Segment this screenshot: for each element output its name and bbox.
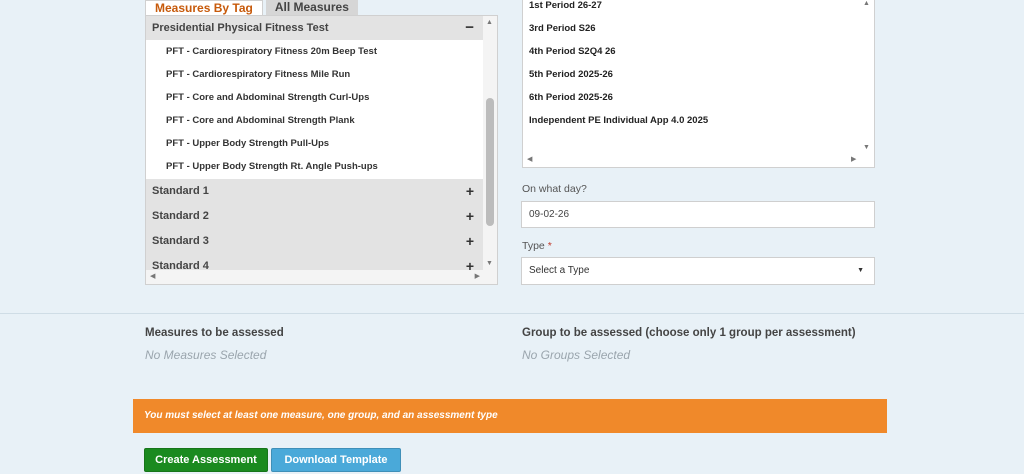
measure-item[interactable]: PFT - Upper Body Strength Pull-Ups — [166, 138, 329, 149]
standard-1-label[interactable]: Standard 1 — [152, 185, 209, 197]
measure-item[interactable]: PFT - Cardiorespiratory Fitness Mile Run — [166, 69, 350, 80]
measure-item[interactable]: PFT - Core and Abdominal Strength Curl-U… — [166, 92, 369, 103]
validation-alert: You must select at least one measure, on… — [133, 399, 887, 433]
scroll-left-icon[interactable]: ◀ — [527, 155, 532, 163]
group-item[interactable]: 1st Period 26-27 — [529, 0, 602, 11]
scroll-thumb[interactable] — [486, 98, 494, 226]
standard-2-label[interactable]: Standard 2 — [152, 210, 209, 222]
tag-group-pft[interactable]: Presidential Physical Fitness Test − — [146, 16, 484, 40]
scroll-down-icon[interactable]: ▼ — [863, 144, 870, 151]
group-panel-vertical-scrollbar[interactable]: ▲ ▼ — [860, 0, 874, 154]
tab-all-measures[interactable]: All Measures — [265, 0, 358, 16]
measure-item[interactable]: PFT - Core and Abdominal Strength Plank — [166, 115, 355, 126]
download-template-button[interactable]: Download Template — [271, 448, 401, 472]
expand-icon[interactable]: + — [466, 183, 474, 199]
expand-icon[interactable]: + — [466, 233, 474, 249]
create-assessment-button[interactable]: Create Assessment — [144, 448, 268, 472]
tag-panel-horizontal-scrollbar[interactable]: ◀ ▶ — [146, 270, 497, 284]
group-item[interactable]: 4th Period S2Q4 26 — [529, 46, 616, 57]
group-item[interactable]: 5th Period 2025-26 — [529, 69, 613, 80]
measure-tabs: Measures By Tag All Measures — [145, 0, 358, 16]
date-label: On what day? — [522, 183, 587, 195]
required-mark: * — [547, 240, 552, 252]
section-divider — [0, 313, 1024, 314]
tag-group-title: Presidential Physical Fitness Test — [152, 22, 329, 34]
collapse-icon[interactable]: − — [465, 16, 474, 40]
chevron-down-icon: ▼ — [857, 267, 864, 274]
group-item[interactable]: Independent PE Individual App 4.0 2025 — [529, 115, 708, 126]
expand-icon[interactable]: + — [466, 208, 474, 224]
scroll-right-icon[interactable]: ▶ — [851, 155, 856, 163]
type-label-text: Type — [522, 240, 545, 252]
no-measures-note: No Measures Selected — [145, 348, 267, 362]
tab-measures-by-tag[interactable]: Measures By Tag — [145, 0, 263, 16]
measure-item[interactable]: PFT - Cardiorespiratory Fitness 20m Beep… — [166, 46, 377, 57]
scroll-down-icon[interactable]: ▼ — [486, 260, 493, 267]
measure-item[interactable]: PFT - Upper Body Strength Rt. Angle Push… — [166, 161, 378, 172]
scroll-up-icon[interactable]: ▲ — [486, 19, 493, 26]
type-label: Type * — [522, 240, 552, 252]
standard-3-label[interactable]: Standard 3 — [152, 235, 209, 247]
assessment-type-select[interactable]: Select a Type ▼ — [521, 257, 875, 285]
no-groups-note: No Groups Selected — [522, 348, 631, 362]
scroll-up-icon[interactable]: ▲ — [863, 0, 870, 7]
group-item[interactable]: 3rd Period S26 — [529, 23, 596, 34]
measures-section-title: Measures to be assessed — [145, 327, 284, 339]
group-item[interactable]: 6th Period 2025-26 — [529, 92, 613, 103]
tag-panel-vertical-scrollbar[interactable]: ▲ ▼ — [483, 16, 497, 271]
assessment-date-input[interactable] — [521, 201, 875, 228]
scroll-left-icon[interactable]: ◀ — [150, 272, 155, 280]
groups-section-title: Group to be assessed (choose only 1 grou… — [522, 327, 856, 339]
tag-panel: Presidential Physical Fitness Test − PFT… — [145, 15, 498, 285]
type-select-value: Select a Type — [529, 265, 590, 276]
scroll-right-icon[interactable]: ▶ — [475, 272, 480, 280]
group-list-panel: 1st Period 26-27 3rd Period S26 4th Peri… — [522, 0, 875, 168]
group-panel-horizontal-scrollbar[interactable]: ◀ ▶ — [523, 155, 874, 167]
standards-list: Standard 1 + Standard 2 + Standard 3 + S… — [146, 179, 484, 274]
